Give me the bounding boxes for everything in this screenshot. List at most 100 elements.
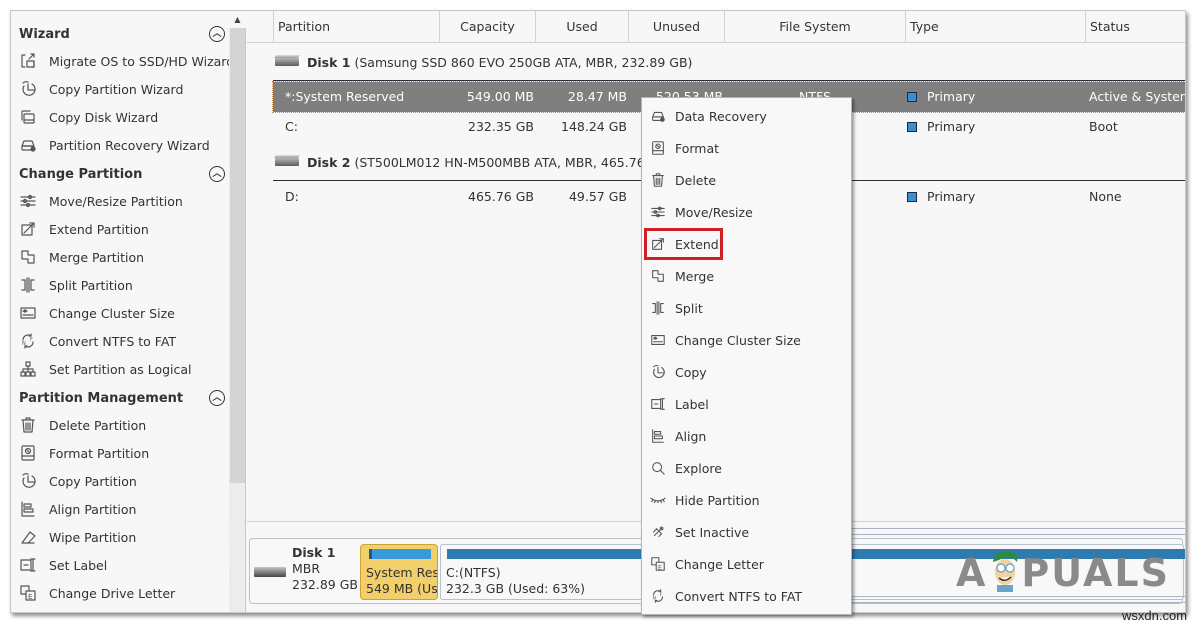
disk-1-header[interactable]: Disk 1 (Samsung SSD 860 EVO 250GB ATA, M… xyxy=(275,51,692,73)
sidebar-item-migrate-os-to-ssd-hd-wizard[interactable]: Migrate OS to SSD/HD Wizard xyxy=(19,49,229,73)
context-menu-label: Label xyxy=(675,396,709,412)
context-menu-item-delete[interactable]: Delete xyxy=(642,166,851,194)
sidebar-item-align-partition[interactable]: Align Partition xyxy=(19,497,229,521)
divider xyxy=(847,528,1185,529)
hard-disk-icon xyxy=(254,567,286,577)
sidebar-item-label: Change Cluster Size xyxy=(49,305,175,321)
context-menu-item-label[interactable]: Label xyxy=(642,390,851,418)
cell-capacity: 465.76 GB xyxy=(468,189,534,204)
context-menu-item-split[interactable]: Split xyxy=(642,294,851,322)
section-header-change-partition[interactable]: Change Partition ︿ xyxy=(19,163,225,185)
sidebar-item-label: Copy Disk Wizard xyxy=(49,109,159,125)
sidebar-item-copy-partition[interactable]: Copy Partition xyxy=(19,469,229,493)
context-menu-item-convert-ntfs-to-fat[interactable]: F N Convert NTFS to FAT xyxy=(642,582,851,610)
context-menu-item-extend[interactable]: Extend xyxy=(642,230,851,258)
collapse-chevron-icon[interactable]: ︿ xyxy=(209,26,225,42)
sidebar-item-change-drive-letter[interactable]: E Change Drive Letter xyxy=(19,581,229,605)
usage-bar xyxy=(369,549,431,559)
context-menu-label: Convert NTFS to FAT xyxy=(675,588,803,604)
watermark-text-left: A xyxy=(956,551,988,595)
sidebar-scrollbar[interactable]: ▲ xyxy=(229,11,246,612)
context-menu-item-copy[interactable]: Copy xyxy=(642,358,851,386)
sidebar-item-label: Change Drive Letter xyxy=(49,585,176,601)
section-header-partition-management[interactable]: Partition Management ︿ xyxy=(19,387,225,409)
section-header-wizard[interactable]: Wizard ︿ xyxy=(19,23,225,45)
sidebar-item-label: Move/Resize Partition xyxy=(49,193,183,209)
cluster-size-icon xyxy=(19,304,37,322)
copy-partition-icon xyxy=(19,80,37,98)
context-menu-item-change-cluster-size[interactable]: Change Cluster Size xyxy=(642,326,851,354)
scrollbar-thumb[interactable] xyxy=(230,28,245,483)
context-menu-label: Change Letter xyxy=(675,556,764,572)
cell-capacity: 549.00 MB xyxy=(466,89,534,104)
collapse-chevron-icon[interactable]: ︿ xyxy=(209,390,225,406)
extend-icon xyxy=(650,236,666,252)
disk-map-name: Disk 1 xyxy=(292,545,336,560)
disk-2-header[interactable]: Disk 2 (ST500LM012 HN-M500MBB ATA, MBR, … xyxy=(275,151,672,173)
column-header-type[interactable]: Type xyxy=(905,11,1085,43)
context-menu: Data Recovery Format Delete Move/Resize Exte… xyxy=(641,97,852,615)
svg-text:F: F xyxy=(30,337,33,343)
copy-disk-icon xyxy=(19,108,37,126)
sidebar-item-move-resize-partition[interactable]: Move/Resize Partition xyxy=(19,189,229,213)
disk-map-partition-system-reserved[interactable]: System Rese 549 MB (Use xyxy=(360,544,438,600)
cell-status: Boot xyxy=(1089,119,1118,134)
sidebar-item-partition-recovery-wizard[interactable]: Partition Recovery Wizard xyxy=(19,133,229,157)
hide-eye-icon xyxy=(650,492,666,508)
context-menu-item-explore[interactable]: Explore xyxy=(642,454,851,482)
cell-type: Primary xyxy=(907,112,975,142)
collapse-chevron-icon[interactable]: ︿ xyxy=(209,166,225,182)
context-menu-label: Hide Partition xyxy=(675,492,760,508)
trash-icon xyxy=(19,416,37,434)
column-header-capacity[interactable]: Capacity xyxy=(439,11,535,43)
sidebar-item-label: Format Partition xyxy=(49,445,150,461)
sidebar-item-change-cluster-size[interactable]: Change Cluster Size xyxy=(19,301,229,325)
sidebar-item-label: Partition Recovery Wizard xyxy=(49,137,210,153)
context-menu-item-format[interactable]: Format xyxy=(642,134,851,162)
column-header-status[interactable]: Status xyxy=(1085,11,1185,43)
disk-map-size: 232.89 GB xyxy=(292,577,358,592)
section-title: Partition Management xyxy=(19,390,184,406)
cell-type: Primary xyxy=(907,82,975,112)
align-icon xyxy=(650,428,666,444)
divider xyxy=(273,80,1185,81)
sidebar-item-split-partition[interactable]: Split Partition xyxy=(19,273,229,297)
sidebar-item-copy-partition-wizard[interactable]: Copy Partition Wizard xyxy=(19,77,229,101)
sidebar-item-merge-partition[interactable]: Merge Partition xyxy=(19,245,229,269)
eraser-icon xyxy=(19,528,37,546)
context-menu-item-change-letter[interactable]: E Change Letter xyxy=(642,550,851,578)
logical-icon xyxy=(19,360,37,378)
column-header-partition[interactable]: Partition xyxy=(273,11,439,43)
cell-partition: *:System Reserved xyxy=(285,89,405,104)
sidebar-item-wipe-partition[interactable]: Wipe Partition xyxy=(19,525,229,549)
cell-used: 28.47 MB xyxy=(567,89,627,104)
context-menu-item-align[interactable]: Align xyxy=(642,422,851,450)
sidebar-item-set-partition-as-logical[interactable]: Set Partition as Logical xyxy=(19,357,229,381)
sidebar-item-label: Copy Partition xyxy=(49,473,137,489)
format-icon xyxy=(650,140,666,156)
column-header-used[interactable]: Used xyxy=(535,11,628,43)
sidebar-item-label: Split Partition xyxy=(49,277,133,293)
action-sidebar: Wizard ︿ Migrate OS to SSD/HD Wizard Copy P… xyxy=(11,11,229,612)
context-menu-item-move-resize[interactable]: Move/Resize xyxy=(642,198,851,226)
context-menu-item-hide-partition[interactable]: Hide Partition xyxy=(642,486,851,514)
divider xyxy=(847,596,1185,597)
context-menu-label: Change Cluster Size xyxy=(675,332,801,348)
context-menu-item-data-recovery[interactable]: Data Recovery xyxy=(642,102,851,130)
divider xyxy=(847,602,1185,603)
column-header-unused[interactable]: Unused xyxy=(628,11,724,43)
sidebar-item-delete-partition[interactable]: Delete Partition xyxy=(19,413,229,437)
format-icon xyxy=(19,444,37,462)
scroll-up-arrow-icon[interactable]: ▲ xyxy=(229,11,246,28)
sidebar-item-label: Extend Partition xyxy=(49,221,149,237)
align-icon xyxy=(19,500,37,518)
sidebar-item-extend-partition[interactable]: Extend Partition xyxy=(19,217,229,241)
sidebar-item-format-partition[interactable]: Format Partition xyxy=(19,441,229,465)
context-menu-item-merge[interactable]: Merge xyxy=(642,262,851,290)
cell-status: Active & System xyxy=(1089,89,1186,104)
sidebar-item-copy-disk-wizard[interactable]: Copy Disk Wizard xyxy=(19,105,229,129)
context-menu-item-set-inactive[interactable]: Set Inactive xyxy=(642,518,851,546)
sidebar-item-set-label[interactable]: Set Label xyxy=(19,553,229,577)
sidebar-item-convert-ntfs-to-fat[interactable]: F N Convert NTFS to FAT xyxy=(19,329,229,353)
column-header-file-system[interactable]: File System xyxy=(724,11,905,43)
